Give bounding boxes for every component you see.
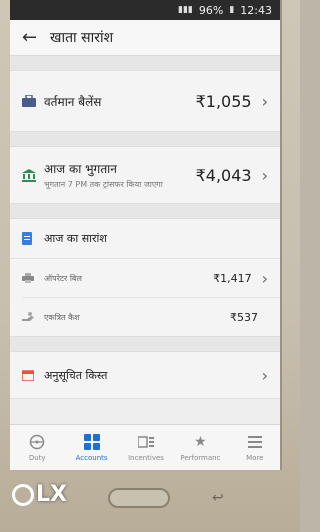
document-icon <box>22 232 44 245</box>
payment-amount: ₹4,043 <box>195 165 252 185</box>
nav-incentives-label: Incentives <box>128 454 164 462</box>
installment-card: अनुसूचित किस्त › <box>10 351 280 399</box>
menu-icon <box>247 433 262 451</box>
collected-cash-amount: ₹537 <box>230 310 258 324</box>
app-bar: ← खाता सारांश <box>10 20 280 56</box>
clock: 12:43 <box>240 3 272 17</box>
calendar-icon <box>22 369 44 381</box>
bottom-navigation: Duty Accounts Incentives ★ Performanc Mo… <box>10 424 280 470</box>
steering-wheel-icon <box>29 433 45 451</box>
installment-label: अनुसूचित किस्त <box>44 368 108 382</box>
section-gap <box>10 56 280 70</box>
section-gap <box>10 204 280 218</box>
home-button[interactable] <box>108 488 170 508</box>
nav-performance[interactable]: ★ Performanc <box>173 425 227 470</box>
briefcase-icon <box>22 95 44 107</box>
cash-hand-icon <box>22 312 44 322</box>
page-title: खाता सारांश <box>50 30 114 46</box>
back-key-icon[interactable]: ↩ <box>212 490 224 506</box>
olx-o-mark <box>12 484 34 506</box>
phone-frame: ▮▮▮ 96% ▮ 12:43 ← खाता सारांश वर्तमान बै… <box>0 0 300 532</box>
operator-bill-label: ऑपरेटर बिल <box>44 273 82 283</box>
olx-watermark-logo: LX <box>12 478 68 512</box>
collected-cash-label: एकत्रित कैश <box>44 312 80 322</box>
back-arrow-icon[interactable]: ← <box>22 27 50 48</box>
summary-title: आज का सारांश <box>44 232 107 245</box>
status-bar: ▮▮▮ 96% ▮ 12:43 <box>10 0 280 20</box>
bank-icon <box>22 168 44 182</box>
operator-bill-amount: ₹1,417 <box>213 271 252 285</box>
scheduled-installment-row[interactable]: अनुसूचित किस्त › <box>10 352 280 398</box>
nav-duty-label: Duty <box>28 454 46 462</box>
nav-accounts[interactable]: Accounts <box>64 425 118 470</box>
balance-amount: ₹1,055 <box>195 91 252 111</box>
chevron-right-icon: › <box>261 91 268 111</box>
collected-cash-row: एकत्रित कैश ₹537 <box>10 298 280 336</box>
incentives-icon <box>138 433 155 451</box>
balance-label: वर्तमान बैलेंस <box>44 94 102 109</box>
current-balance-row[interactable]: वर्तमान बैलेंस ₹1,055 › <box>10 71 280 131</box>
calculator-icon <box>83 433 100 451</box>
battery-icon: ▮ <box>229 5 235 15</box>
printer-icon <box>22 273 44 283</box>
chevron-right-icon: › <box>261 365 268 385</box>
nav-duty[interactable]: Duty <box>10 425 64 470</box>
today-payment-row[interactable]: आज का भुगतान भुगतान 7 PM तक ट्रांसफर किय… <box>10 147 280 203</box>
watermark-text: LX <box>36 482 67 507</box>
payment-card: आज का भुगतान भुगतान 7 PM तक ट्रांसफर किय… <box>10 146 280 204</box>
nav-more-label: More <box>246 454 264 462</box>
nav-performance-label: Performanc <box>180 454 221 462</box>
signal-icon: ▮▮▮ <box>178 5 193 15</box>
today-summary-header: आज का सारांश <box>10 219 280 259</box>
star-icon: ★ <box>194 434 207 450</box>
section-gap <box>10 132 280 146</box>
payment-text: आज का भुगतान भुगतान 7 PM तक ट्रांसफर किय… <box>44 160 196 190</box>
nav-accounts-label: Accounts <box>75 454 108 462</box>
nav-incentives[interactable]: Incentives <box>119 425 173 470</box>
section-gap <box>10 337 280 351</box>
summary-card: आज का सारांश ऑपरेटर बिल ₹1,417 › एकत्रित… <box>10 218 280 337</box>
operator-bill-row[interactable]: ऑपरेटर बिल ₹1,417 › <box>10 259 280 297</box>
chevron-right-icon: › <box>261 268 268 288</box>
battery-percent: 96% <box>198 3 224 17</box>
payment-label: आज का भुगतान <box>44 162 117 176</box>
chevron-right-icon: › <box>261 165 268 185</box>
nav-more[interactable]: More <box>228 425 280 470</box>
balance-card: वर्तमान बैलेंस ₹1,055 › <box>10 70 280 132</box>
payment-subtitle: भुगतान 7 PM तक ट्रांसफर किया जाएगा <box>44 180 163 189</box>
app-screen: ▮▮▮ 96% ▮ 12:43 ← खाता सारांश वर्तमान बै… <box>10 0 282 470</box>
